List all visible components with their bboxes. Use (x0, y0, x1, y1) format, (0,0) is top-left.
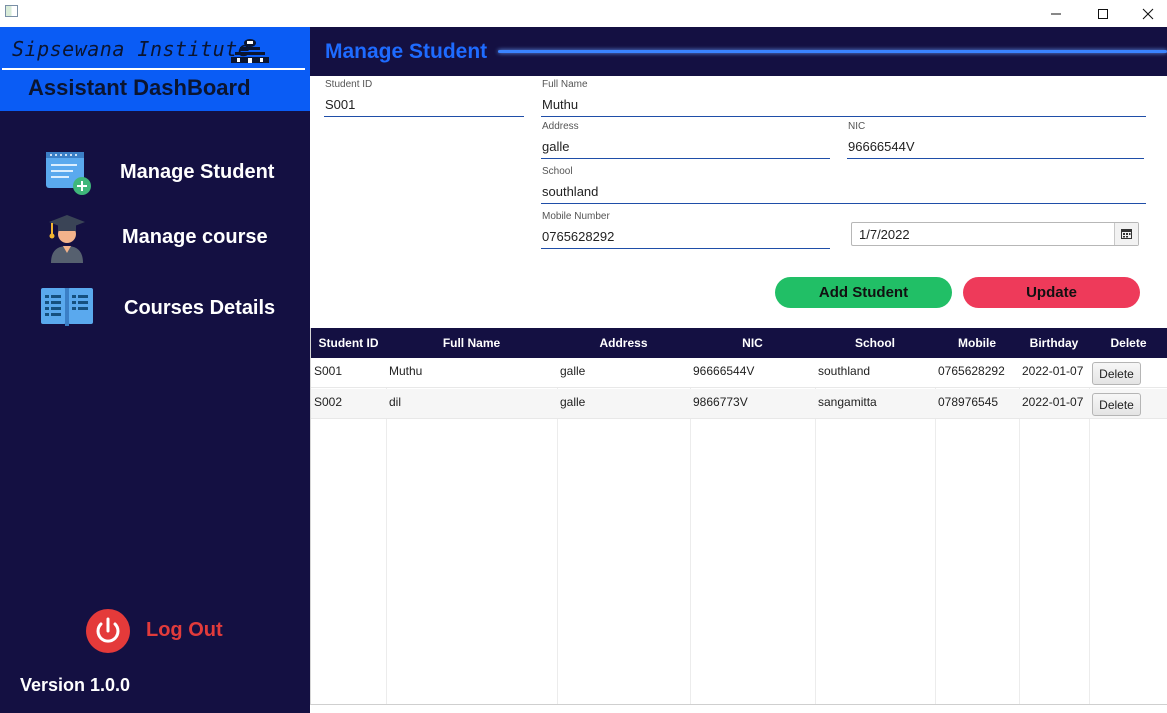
mobile-input[interactable] (542, 229, 820, 244)
page-title: Manage Student (325, 40, 488, 63)
mobile-field: Mobile Number (541, 211, 830, 249)
full-name-label: Full Name (542, 79, 588, 90)
cell-mobile: 078976545 (938, 395, 999, 409)
cell-full-name: Muthu (389, 364, 423, 378)
version-label: Version 1.0.0 (20, 675, 131, 695)
logout-button[interactable]: Log Out (86, 609, 246, 653)
mobile-label: Mobile Number (542, 211, 610, 222)
nic-label: NIC (848, 121, 866, 132)
power-icon (86, 609, 130, 653)
update-button[interactable]: Update (963, 277, 1140, 308)
calendar-button[interactable] (1114, 223, 1138, 245)
address-field: Address (541, 121, 830, 159)
student-id-field: Student ID (324, 79, 524, 117)
nav-courses-details[interactable]: Courses Details (0, 277, 310, 337)
minimize-button[interactable] (1033, 0, 1079, 27)
dashboard-title: Assistant DashBoard (28, 75, 251, 100)
nav-manage-course[interactable]: Manage course (0, 207, 310, 267)
full-name-field: Full Name (541, 79, 1146, 117)
cell-full-name: dil (389, 395, 402, 409)
cell-nic: 96666544V (693, 364, 755, 378)
birthday-date-picker (851, 222, 1139, 246)
cell-birthday: 2022-01-07 (1022, 395, 1084, 409)
nav-manage-course-label: Manage course (122, 226, 268, 248)
title-divider (498, 50, 1167, 53)
column-header-school[interactable]: School (815, 328, 935, 358)
cell-school: southland (818, 364, 871, 378)
sidebar: Sipsewana Institute Assistant DashBoard … (0, 27, 310, 713)
graduate-icon (49, 215, 85, 263)
column-header-student-id[interactable]: Student ID (311, 328, 386, 358)
cell-mobile: 0765628292 (938, 364, 1005, 378)
add-student-button[interactable]: Add Student (775, 277, 952, 308)
nav-manage-student[interactable]: Manage Student (0, 142, 310, 202)
school-label: School (542, 166, 573, 177)
brand-panel: Sipsewana Institute Assistant DashBoard (0, 27, 310, 111)
cell-address: galle (560, 395, 586, 409)
maximize-icon (1098, 8, 1108, 19)
cell-birthday: 2022-01-07 (1022, 364, 1084, 378)
school-input[interactable] (542, 184, 1123, 199)
school-field: School (541, 166, 1146, 204)
page-header: Manage Student (310, 27, 1167, 76)
table-row[interactable]: S002 dil galle 9866773V sangamitta 07897… (311, 389, 1167, 419)
close-icon (1142, 8, 1154, 19)
student-id-label: Student ID (325, 79, 373, 90)
calendar-icon (1121, 229, 1132, 239)
cell-school: sangamitta (818, 395, 877, 409)
table-header: Student ID Full Name Address NIC School … (311, 328, 1167, 358)
close-button[interactable] (1125, 0, 1167, 27)
cell-address: galle (560, 364, 586, 378)
students-table: Student ID Full Name Address NIC School … (310, 328, 1167, 705)
brand-divider (2, 68, 305, 70)
table-row[interactable]: S001 Muthu galle 96666544V southland 076… (311, 358, 1167, 388)
address-label: Address (542, 121, 579, 132)
app-icon (5, 5, 18, 17)
column-header-full-name[interactable]: Full Name (386, 328, 557, 358)
notepad-add-icon (46, 152, 91, 195)
full-name-input[interactable] (542, 97, 1123, 112)
institute-building-icon (231, 39, 269, 63)
column-header-mobile[interactable]: Mobile (935, 328, 1019, 358)
delete-row-button[interactable]: Delete (1092, 362, 1141, 385)
cell-nic: 9866773V (693, 395, 748, 409)
nic-input[interactable] (848, 139, 1134, 154)
power-glyph (96, 617, 120, 643)
column-header-address[interactable]: Address (557, 328, 690, 358)
column-header-nic[interactable]: NIC (690, 328, 815, 358)
delete-row-button[interactable]: Delete (1092, 393, 1141, 416)
open-book-icon (41, 288, 93, 326)
window-title-bar (0, 0, 1167, 27)
student-id-input[interactable] (325, 97, 517, 112)
birthday-input[interactable] (859, 227, 1099, 242)
logout-label: Log Out (146, 619, 223, 641)
brand-name: Sipsewana Institute (12, 37, 251, 61)
maximize-button[interactable] (1080, 0, 1126, 27)
cell-student-id: S001 (314, 364, 343, 378)
nav-courses-details-label: Courses Details (124, 297, 276, 319)
cell-student-id: S002 (314, 395, 343, 409)
column-header-birthday[interactable]: Birthday (1019, 328, 1089, 358)
minimize-icon (1051, 13, 1061, 14)
column-header-delete[interactable]: Delete (1089, 328, 1167, 358)
table-bottom-border (310, 704, 1167, 705)
nav-manage-student-label: Manage Student (120, 161, 275, 183)
address-input[interactable] (542, 139, 820, 154)
nic-field: NIC (847, 121, 1144, 159)
